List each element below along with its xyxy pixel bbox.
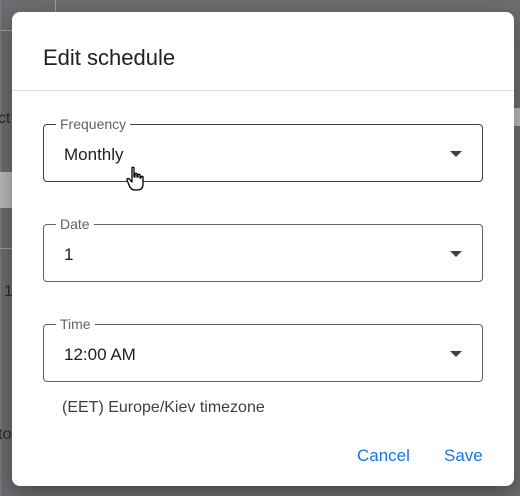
dropdown-arrow-icon: [450, 151, 462, 157]
frequency-label: Frequency: [56, 116, 131, 132]
date-label: Date: [56, 216, 94, 232]
dropdown-arrow-icon: [450, 351, 462, 357]
dialog-divider: [12, 90, 514, 91]
timezone-note: (EET) Europe/Kiev timezone: [62, 399, 265, 416]
date-value: 1: [64, 245, 74, 264]
time-label: Time: [56, 316, 95, 332]
background-divider: [0, 30, 12, 31]
time-select[interactable]: Time 12:00 AM: [43, 316, 483, 382]
background-text: ct: [0, 110, 11, 127]
background-block: [0, 172, 12, 208]
date-select[interactable]: Date 1: [43, 216, 483, 282]
background-divider: [55, 0, 56, 12]
cancel-button[interactable]: Cancel: [351, 442, 416, 470]
save-button[interactable]: Save: [438, 442, 489, 470]
dialog-title: Edit schedule: [43, 45, 176, 70]
time-value: 12:00 AM: [64, 345, 136, 364]
frequency-value: Monthly: [64, 145, 124, 164]
edit-schedule-dialog: Edit schedule Frequency Monthly Date 1 T…: [12, 12, 514, 486]
background-block: [514, 108, 520, 126]
hand-pointer-cursor-icon: [126, 166, 144, 191]
background-text: to: [0, 426, 12, 443]
background-divider: [0, 248, 12, 249]
dropdown-arrow-icon: [450, 251, 462, 257]
frequency-select[interactable]: Frequency Monthly: [43, 116, 483, 182]
